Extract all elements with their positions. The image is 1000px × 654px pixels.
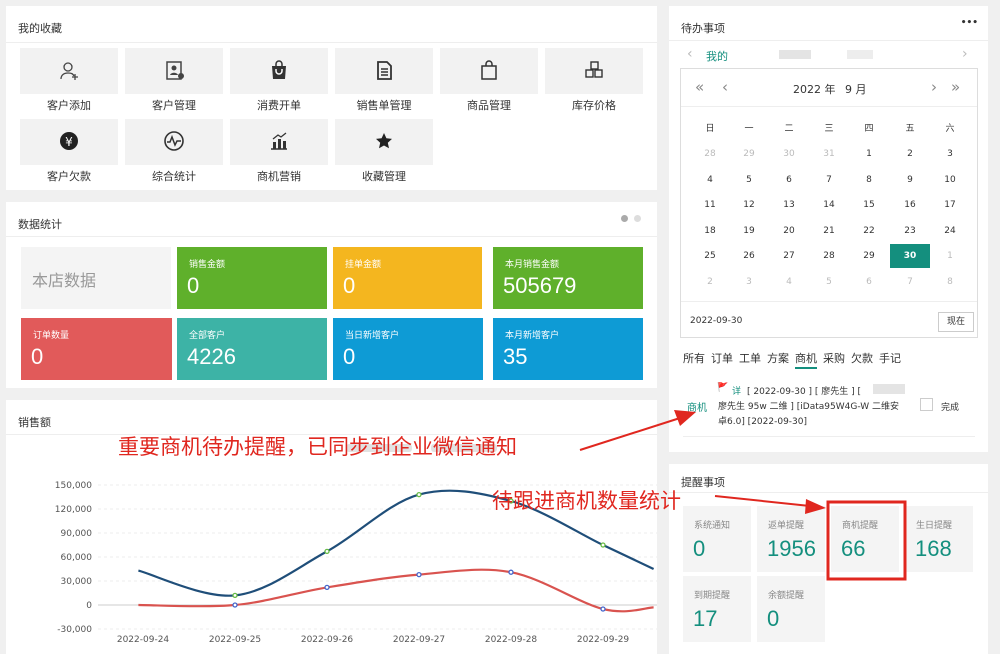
- annotation-arrowhead-2: [805, 499, 826, 514]
- annotation-arrow-1: [579, 417, 681, 451]
- annotation-text-1: 重要商机待办提醒，已同步到企业微信通知: [118, 435, 517, 459]
- annotation-arrowhead-1: [674, 410, 696, 426]
- annotation-arrows: [579, 410, 907, 581]
- highlight-box: [826, 500, 907, 581]
- annotation-text-2: 待跟进商机数量统计: [492, 489, 681, 513]
- annotation-arrow-2: [714, 495, 811, 507]
